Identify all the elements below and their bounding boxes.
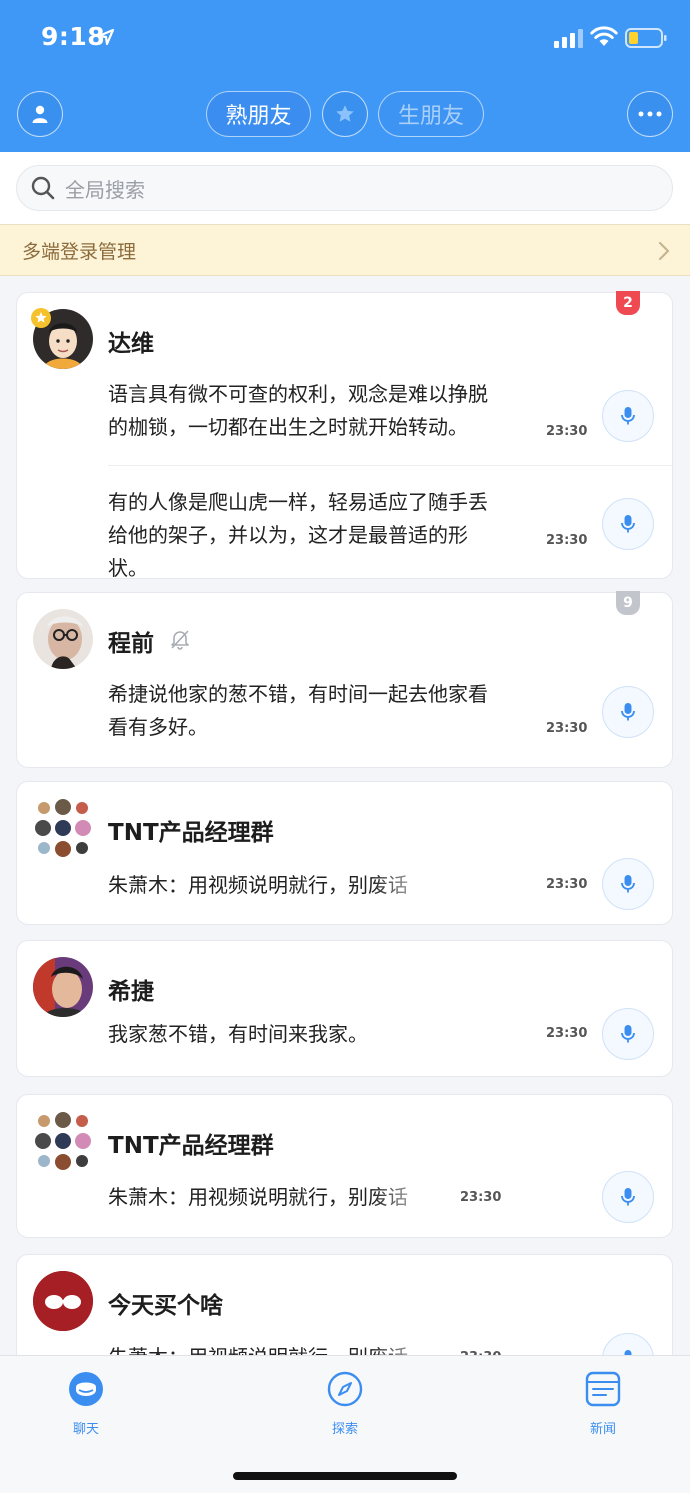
microphone-icon <box>621 515 635 533</box>
tab-new-friends[interactable]: 生朋友 <box>378 91 484 137</box>
microphone-icon <box>621 875 635 893</box>
home-indicator <box>233 1472 457 1480</box>
battery-icon <box>625 28 667 48</box>
chevron-right-icon <box>658 241 670 261</box>
message-text: 有的人像是爬山虎一样，轻易适应了随手丢给他的架子，并以为，这才是最普适的形状。 <box>108 490 488 580</box>
tab-new-friends-label: 生朋友 <box>397 104 464 129</box>
chat-name: 希捷 <box>108 979 154 1005</box>
user-icon <box>32 105 48 123</box>
microphone-icon <box>621 1188 635 1206</box>
chat-name: 今天买个啥 <box>108 1293 223 1319</box>
tab-familiar-friends-label: 熟朋友 <box>225 104 292 129</box>
message-time: 23:30 <box>546 1026 588 1041</box>
voice-reply-button[interactable] <box>602 498 654 550</box>
tab-chat[interactable]: 聊天 <box>46 1370 126 1437</box>
chat-name: 达维 <box>108 331 154 357</box>
tab-chat-label: 聊天 <box>72 1422 99 1437</box>
chat-card-dawei[interactable]: 2 达维 语言具有微不可查的权利，观念是难以挣脱的枷锁，一切都在出生之时就开始转… <box>16 291 673 580</box>
microphone-icon <box>621 703 635 721</box>
unread-badge: 9 <box>616 591 640 615</box>
star-icon <box>336 105 354 122</box>
avatar <box>33 957 93 1017</box>
search-placeholder: 全局搜索 <box>65 177 145 202</box>
chat-card-xijie[interactable]: 希捷 我家葱不错，有时间来我家。 23:30 <box>16 940 673 1077</box>
tab-explore[interactable]: 探索 <box>305 1370 385 1437</box>
banner-text: 多端登录管理 <box>22 240 137 263</box>
chat-card-tnt-group-2[interactable]: TNT产品经理群 朱萧木：用视频说明就行，别废话 23:30 <box>16 1094 673 1238</box>
voice-reply-button[interactable] <box>602 1008 654 1060</box>
chat-name: 程前 <box>108 631 154 657</box>
cellular-signal-icon <box>554 29 583 48</box>
message-time: 23:30 <box>546 877 588 892</box>
avatar <box>33 609 93 669</box>
group-avatar <box>33 798 93 858</box>
microphone-icon <box>621 407 635 425</box>
voice-reply-button[interactable] <box>602 858 654 910</box>
message-time: 23:30 <box>546 533 588 548</box>
voice-reply-button[interactable] <box>602 686 654 738</box>
search-input[interactable]: 全局搜索 <box>16 165 673 211</box>
tab-explore-label: 探索 <box>331 1422 358 1437</box>
message-text: 我家葱不错，有时间来我家。 <box>108 1022 368 1046</box>
tab-news-label: 新闻 <box>589 1422 616 1437</box>
more-dots-icon <box>638 111 662 117</box>
search-icon <box>31 176 55 200</box>
tab-familiar-friends[interactable]: 熟朋友 <box>206 91 311 137</box>
group-avatar <box>33 1111 93 1171</box>
compass-icon <box>327 1371 363 1407</box>
star-badge-icon <box>31 308 51 328</box>
chat-name: TNT产品经理群 <box>108 820 274 846</box>
favorites-button[interactable] <box>322 91 368 137</box>
message-text: 语言具有微不可查的权利，观念是难以挣脱的枷锁，一切都在出生之时就开始转动。 <box>108 382 488 439</box>
app-header: 9:18 熟朋友 生朋友 <box>0 0 690 152</box>
search-bar-area: 全局搜索 <box>0 152 690 224</box>
chat-card-chengqian[interactable]: 9 程前 希捷说他家的葱不错，有时间一起去他家看看有多好。 23:30 <box>16 591 673 768</box>
muted-bell-icon <box>171 630 189 650</box>
unread-badge: 2 <box>616 291 640 315</box>
microphone-icon <box>621 1025 635 1043</box>
more-button[interactable] <box>627 91 673 137</box>
tab-news[interactable]: 新闻 <box>563 1370 643 1437</box>
message-text: 朱萧木：用视频说明就行，别废话 <box>108 873 408 897</box>
voice-reply-button[interactable] <box>602 390 654 442</box>
wifi-icon <box>590 26 618 46</box>
message-time: 23:30 <box>546 424 588 439</box>
message-text: 朱萧木：用视频说明就行，别废话 <box>108 1185 408 1209</box>
location-arrow-icon <box>97 28 115 46</box>
avatar <box>33 1271 93 1331</box>
news-icon <box>585 1371 621 1407</box>
message-time: 23:30 <box>546 721 588 736</box>
message-time: 23:30 <box>460 1190 502 1205</box>
message-divider <box>108 465 672 466</box>
chat-name: TNT产品经理群 <box>108 1133 274 1159</box>
chat-icon <box>69 1372 103 1406</box>
multi-device-login-banner[interactable]: 多端登录管理 <box>0 224 690 276</box>
voice-reply-button[interactable] <box>602 1171 654 1223</box>
profile-button[interactable] <box>17 91 63 137</box>
message-text: 希捷说他家的葱不错，有时间一起去他家看看有多好。 <box>108 682 488 739</box>
chat-card-tnt-group[interactable]: TNT产品经理群 朱萧木：用视频说明就行，别废话 23:30 <box>16 781 673 925</box>
